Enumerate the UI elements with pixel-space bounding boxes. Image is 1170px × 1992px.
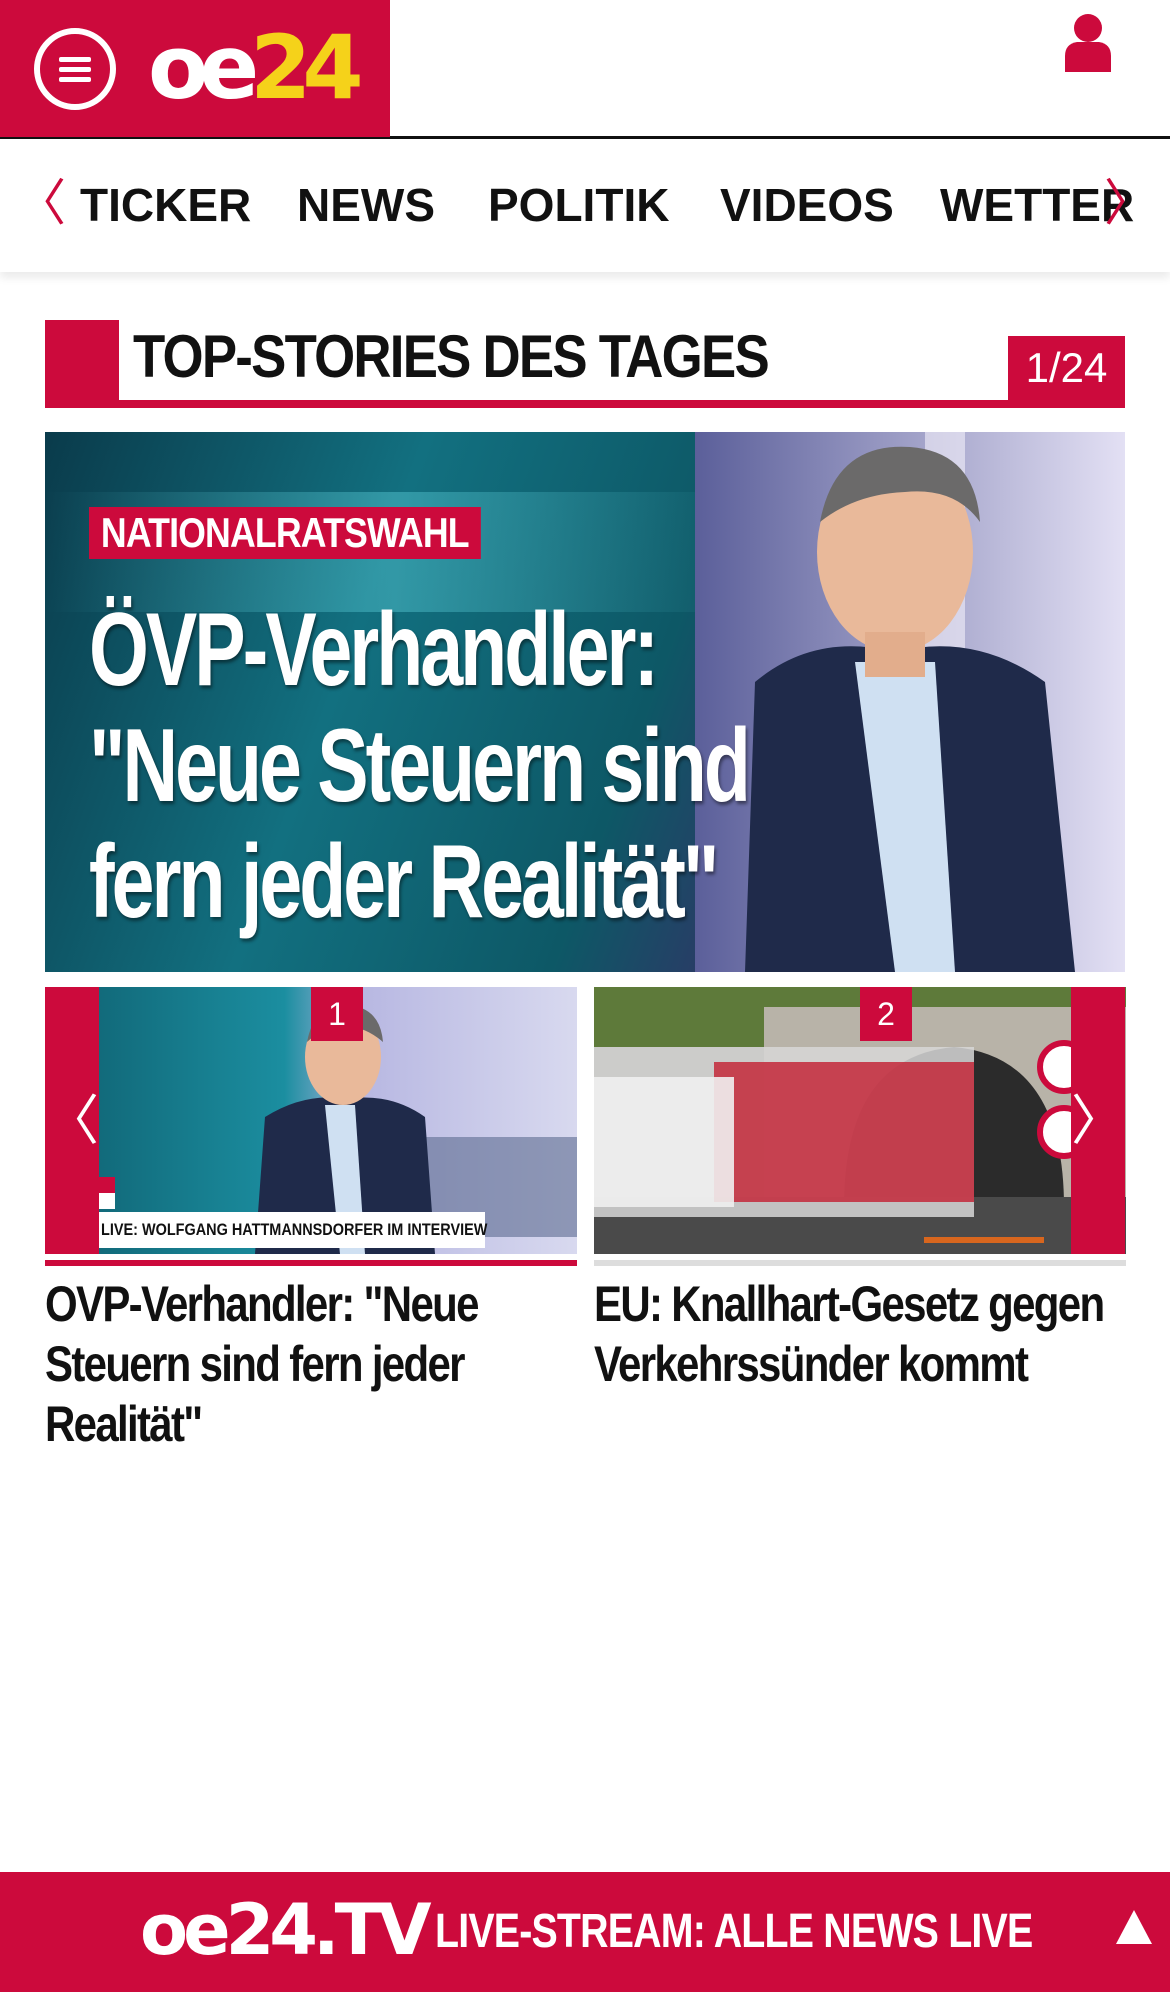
story-number-badge: 2 [860, 987, 912, 1041]
site-logo[interactable]: oe24 [148, 18, 364, 118]
carousel-next-chevron-icon[interactable]: 〉 [1071, 987, 1125, 1254]
inactive-indicator [594, 1260, 1126, 1266]
nav-item-videos[interactable]: VIDEOS [720, 179, 894, 231]
category-nav: 〈 TICKER NEWS POLITIK VIDEOS WETTER 〉 [0, 139, 1170, 272]
section-accent [45, 320, 119, 408]
story-title[interactable]: OVP-Verhandler: "Neue Steuern sind fern … [45, 1274, 566, 1454]
hero-story[interactable]: NATIONALRATSWAHL ÖVP-Verhandler: "Neue S… [45, 432, 1125, 972]
slide-counter: 1/24 [1008, 336, 1125, 400]
story-card[interactable]: LIVE: WOLFGANG HATTMANNSDORFER IM INTERV… [45, 987, 577, 1454]
thumbnail-caption: LIVE: WOLFGANG HATTMANNSDORFER IM INTERV… [101, 1220, 488, 1239]
site-header: oe24 [0, 0, 1170, 139]
hamburger-menu-icon[interactable] [34, 28, 116, 110]
expand-up-arrow-icon[interactable] [1116, 1910, 1152, 1944]
user-icon[interactable] [1063, 12, 1113, 72]
live-stream-bar[interactable]: oe24.TV LIVE-STREAM: ALLE NEWS LIVE [0, 1872, 1170, 1992]
carousel-prev-chevron-icon[interactable]: 〈 [45, 987, 99, 1254]
hero-headline[interactable]: ÖVP-Verhandler: "Neue Steuern sind fern … [89, 592, 829, 940]
oe24tv-logo: oe24.TV [140, 1889, 431, 1971]
story-number-badge: 1 [311, 987, 363, 1041]
logo-block: oe24 [0, 0, 390, 137]
story-thumbnail[interactable]: LIVE: WOLFGANG HATTMANNSDORFER IM INTERV… [45, 987, 577, 1254]
story-thumbnail[interactable]: 2 [594, 987, 1126, 1254]
nav-prev-chevron-icon[interactable]: 〈 [16, 175, 66, 231]
section-title: TOP-STORIES DES TAGES [133, 323, 770, 390]
section-header: TOP-STORIES DES TAGES 1/24 [45, 320, 1125, 408]
live-stream-label: LIVE-STREAM: ALLE NEWS LIVE [435, 1905, 1033, 1958]
nav-next-chevron-icon[interactable]: 〉 [1104, 175, 1154, 231]
nav-item-politik[interactable]: POLITIK [488, 179, 669, 231]
story-card[interactable]: 2 EU: Knallhart-Gesetz gegen Verkehrssün… [594, 987, 1126, 1394]
nav-item-news[interactable]: NEWS [297, 179, 435, 231]
hero-kicker: NATIONALRATSWAHL [89, 507, 481, 559]
section-underline [45, 400, 1125, 408]
story-title[interactable]: EU: Knallhart-Gesetz gegen Verkehrssünde… [594, 1274, 1115, 1394]
nav-item-ticker[interactable]: TICKER [80, 179, 251, 231]
active-indicator [45, 1260, 577, 1266]
